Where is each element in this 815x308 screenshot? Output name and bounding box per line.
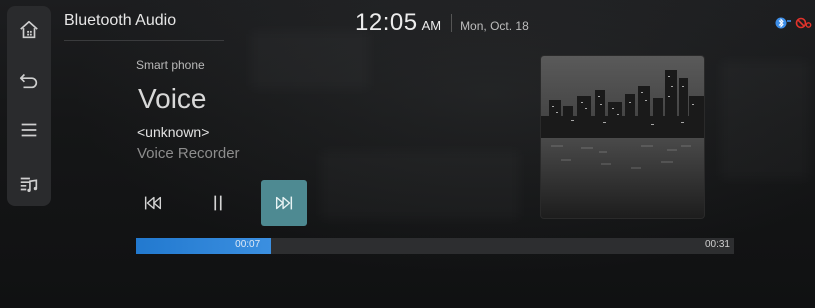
clock: 12:05 AM Mon, Oct. 18 — [355, 9, 529, 37]
clock-separator — [451, 14, 453, 32]
elapsed-time: 00:07 — [235, 239, 261, 250]
title-divider — [64, 40, 224, 41]
audio-source-label: Smart phone — [136, 58, 205, 72]
playlist-button[interactable] — [7, 164, 51, 204]
track-title: Voice — [138, 83, 207, 114]
background-blur — [320, 150, 520, 220]
side-rail — [7, 6, 51, 206]
home-button[interactable] — [7, 10, 51, 50]
track-album: Voice Recorder — [137, 145, 240, 162]
no-signal-icon — [795, 17, 812, 29]
previous-track-icon — [144, 196, 162, 210]
screen-title: Bluetooth Audio — [64, 12, 177, 29]
clock-date: Mon, Oct. 18 — [460, 19, 529, 33]
back-button[interactable] — [7, 60, 51, 100]
previous-track-button[interactable] — [130, 180, 176, 226]
playlist-icon — [20, 177, 38, 193]
total-duration: 00:31 — [704, 239, 730, 250]
album-art-image — [541, 56, 704, 218]
background-blur — [720, 60, 810, 180]
track-artist: <unknown> — [137, 124, 210, 140]
menu-button[interactable] — [7, 110, 51, 150]
back-icon — [19, 73, 38, 89]
background-blur — [250, 30, 370, 90]
home-icon — [20, 20, 38, 39]
clock-time: 12:05 — [355, 9, 418, 36]
bluetooth-icon — [775, 17, 791, 29]
pause-button[interactable] — [195, 180, 241, 226]
status-icons — [775, 16, 813, 30]
next-track-icon — [275, 196, 293, 210]
progress-bar[interactable]: 00:07 00:31 — [136, 238, 734, 254]
next-track-button[interactable] — [261, 180, 307, 226]
pause-icon — [214, 195, 222, 211]
album-art — [541, 56, 704, 218]
menu-icon — [21, 123, 37, 137]
bluetooth-audio-screen: Bluetooth Audio 12:05 AM Mon, Oct. 18 Sm… — [0, 0, 815, 308]
clock-ampm: AM — [421, 18, 442, 33]
